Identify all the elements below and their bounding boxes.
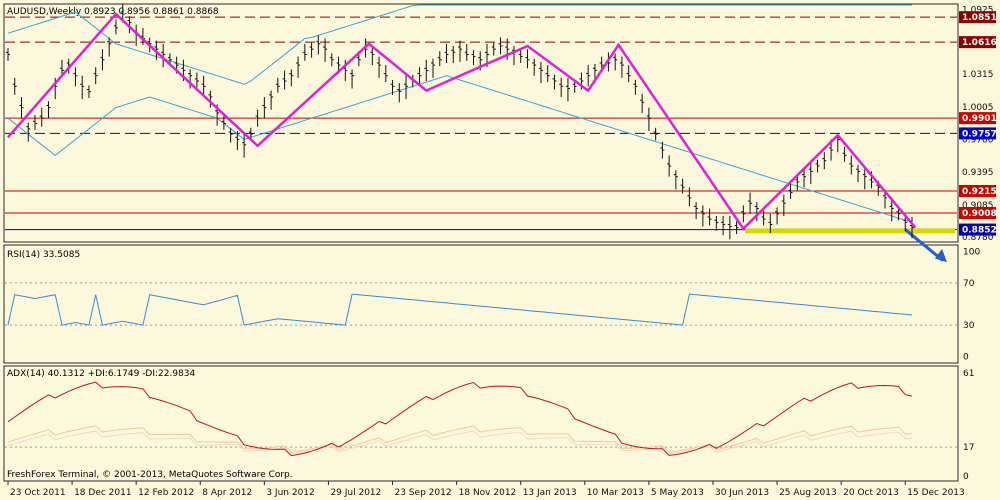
price-level-label: 0.9901 — [962, 114, 997, 124]
rsi-y-tick: 30 — [963, 321, 975, 331]
x-tick-label: 25 Aug 2013 — [779, 488, 837, 498]
rsi-y-tick: 0 — [963, 353, 969, 363]
x-tick-label: 30 Jun 2013 — [715, 488, 769, 498]
x-tick-label: 18 Nov 2012 — [459, 488, 517, 498]
rsi-title: RSI(14) 33.5085 — [7, 250, 80, 260]
x-tick-label: 13 Jan 2013 — [523, 488, 577, 498]
x-tick-label: 23 Oct 2011 — [10, 488, 66, 498]
x-tick-label: 29 Jul 2012 — [330, 488, 381, 498]
price-y-tick: 0.9395 — [962, 168, 994, 178]
adx-y-tick: 0 — [963, 472, 969, 482]
background — [0, 0, 1000, 500]
x-tick-label: 20 Oct 2013 — [843, 488, 899, 498]
price-level-label: 0.9757 — [962, 129, 997, 139]
x-tick-label: 12 Feb 2012 — [138, 488, 194, 498]
chart-svg: AUDUSD,Weekly 0.8923 0.8956 0.8861 0.886… — [0, 0, 1000, 500]
x-tick-label: 18 Dec 2011 — [74, 488, 132, 498]
x-tick-label: 10 Mar 2013 — [587, 488, 644, 498]
x-tick-label: 5 May 2013 — [651, 488, 704, 498]
adx-y-tick: 61 — [963, 369, 974, 379]
price-level-label: 0.9008 — [962, 209, 997, 219]
price-level-label: 0.8852 — [962, 226, 997, 236]
price-y-tick: 1.0005 — [962, 103, 994, 113]
x-tick-label: 15 Dec 2013 — [907, 488, 965, 498]
footer-copyright: FreshForex Terminal, © 2001-2013, MetaQu… — [7, 470, 293, 480]
x-tick-label: 8 Apr 2012 — [202, 488, 252, 498]
adx-title: ADX(14) 40.1312 +DI:6.1749 -DI:22.9834 — [7, 369, 196, 379]
rsi-y-tick: 100 — [963, 247, 980, 257]
price-level-label: 1.0851 — [962, 13, 997, 23]
x-tick-label: 3 Jun 2012 — [266, 488, 314, 498]
x-tick-label: 23 Sep 2012 — [395, 488, 452, 498]
price-title: AUDUSD,Weekly 0.8923 0.8956 0.8861 0.886… — [7, 7, 219, 17]
price-y-tick: 1.0315 — [962, 70, 994, 80]
rsi-y-tick: 70 — [963, 279, 975, 289]
adx-y-tick: 17 — [963, 443, 974, 453]
chart-window: AUDUSD,Weekly 0.8923 0.8956 0.8861 0.886… — [0, 0, 1000, 500]
price-level-label: 1.0616 — [962, 38, 997, 48]
price-level-label: 0.9215 — [962, 187, 997, 197]
